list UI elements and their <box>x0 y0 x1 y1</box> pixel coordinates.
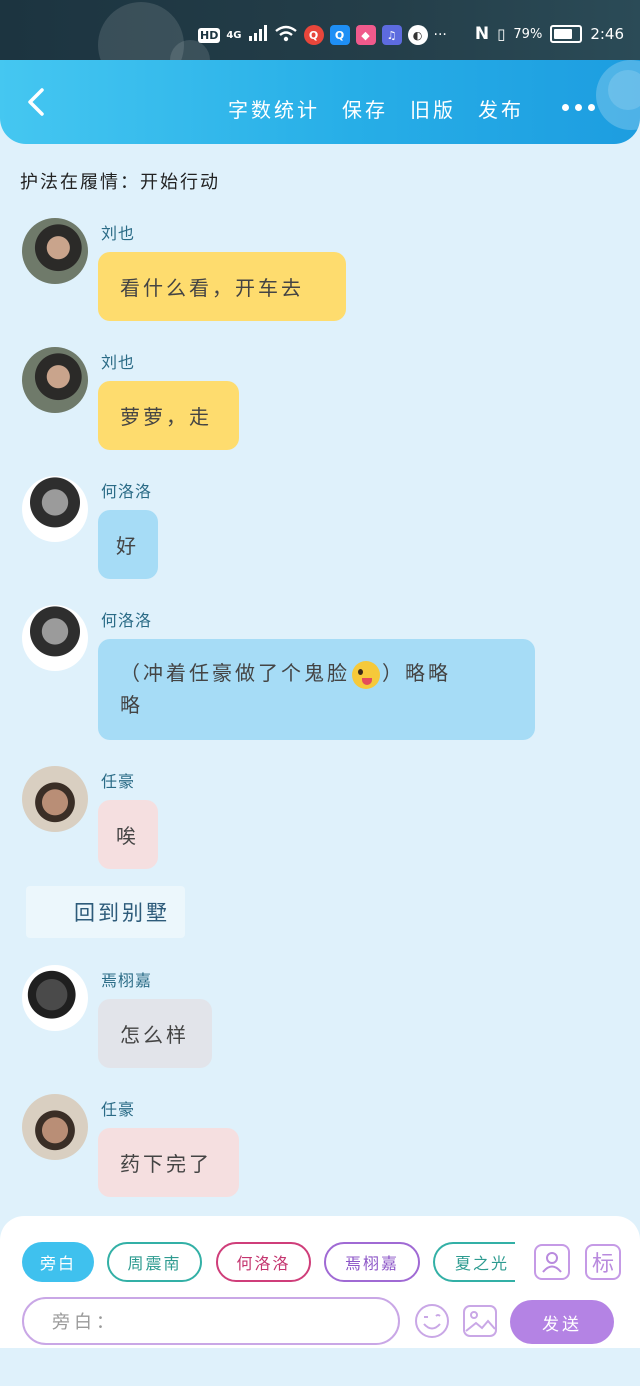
send-button[interactable]: 发送 <box>510 1300 614 1344</box>
message-bubble[interactable]: 看什么看，开车去 <box>98 252 346 321</box>
clock: 2:46 <box>590 25 624 43</box>
music-app-icon: ♫ <box>381 25 402 45</box>
input-placeholder: 旁白： <box>52 1312 118 1333</box>
tag-label: 标 <box>591 1252 614 1277</box>
nfc-icon: N <box>474 24 490 44</box>
message-text: ）略略 <box>382 661 451 685</box>
battery-percent: 79% <box>513 26 543 42</box>
speaker-name: 刘也 <box>101 353 136 372</box>
network-type: 4G <box>226 29 242 41</box>
character-chip-narrator[interactable]: 旁白 <box>22 1242 94 1282</box>
message-bubble[interactable]: 萝萝，走 <box>98 381 239 450</box>
status-icons: HD 4G Q Q ◆ ♫ ◐ ··· <box>198 22 447 48</box>
emoji-button[interactable] <box>414 1303 450 1339</box>
header-actions: 字数统计 保存 旧版 发布 <box>228 94 524 123</box>
old-version-button[interactable]: 旧版 <box>410 94 456 123</box>
avatar[interactable] <box>22 347 88 413</box>
message-text: 唉 <box>116 824 139 848</box>
character-chip[interactable]: 焉栩嘉 <box>324 1242 420 1282</box>
avatar[interactable] <box>22 965 88 1031</box>
message-bubble[interactable]: 好 <box>98 510 158 579</box>
character-chip[interactable]: 夏之光 <box>433 1242 515 1282</box>
message-text: （冲着任豪做了个鬼脸 <box>120 661 350 685</box>
message-text: 药下完了 <box>120 1152 212 1176</box>
more-dot-icon <box>575 104 582 111</box>
message-bubble[interactable]: （冲着任豪做了个鬼脸 ）略略 略 <box>98 639 535 740</box>
word-count-button[interactable]: 字数统计 <box>228 94 320 123</box>
message-text: 萝萝，走 <box>120 405 212 429</box>
avatar[interactable] <box>22 1094 88 1160</box>
speaker-name: 任豪 <box>101 772 136 791</box>
person-icon <box>542 1252 562 1273</box>
hd-indicator: HD <box>198 27 221 43</box>
editor-header: 字数统计 保存 旧版 发布 <box>0 60 640 144</box>
more-options-button[interactable] <box>562 104 598 114</box>
message-bubble[interactable]: 药下完了 <box>98 1128 239 1197</box>
scene-marker[interactable]: 回到别墅 <box>26 886 185 938</box>
avatar[interactable] <box>22 218 88 284</box>
more-notifications-icon: ··· <box>433 27 447 43</box>
speaker-name: 任豪 <box>101 1100 136 1119</box>
message-text: 好 <box>116 534 139 558</box>
zany-face-icon <box>352 660 380 689</box>
character-chip[interactable]: 周震南 <box>107 1242 202 1282</box>
message-text: 略 <box>120 693 143 717</box>
add-character-button[interactable] <box>534 1244 570 1280</box>
image-icon <box>463 1305 497 1337</box>
wifi-icon <box>274 24 298 46</box>
signal-icon <box>248 24 268 46</box>
speaker-name: 何洛洛 <box>101 482 153 501</box>
back-button[interactable] <box>18 82 54 122</box>
message-text: 怎么样 <box>120 1023 189 1047</box>
battery-icon <box>550 25 583 43</box>
avatar[interactable] <box>22 766 88 832</box>
speaker-name: 焉栩嘉 <box>101 971 153 990</box>
publish-button[interactable]: 发布 <box>478 94 524 123</box>
chevron-left-icon <box>28 88 44 116</box>
message-bubble[interactable]: 唉 <box>98 800 158 869</box>
tag-button[interactable]: 标 <box>585 1244 621 1280</box>
avatar[interactable] <box>22 605 88 671</box>
message-text: 看什么看，开车去 <box>120 276 304 300</box>
character-chip[interactable]: 何洛洛 <box>216 1242 311 1282</box>
search-app-icon: Q <box>329 25 350 45</box>
cat-app-icon: ◆ <box>355 25 376 45</box>
image-button[interactable] <box>462 1303 498 1339</box>
more-dot-icon <box>562 104 569 111</box>
message-input[interactable]: 旁白： <box>22 1297 400 1345</box>
chapter-title: 护法在履情：开始行动 <box>20 172 220 193</box>
more-dot-icon <box>588 104 595 111</box>
speaker-name: 刘也 <box>101 224 136 243</box>
message-bubble[interactable]: 怎么样 <box>98 999 212 1068</box>
speaker-name: 何洛洛 <box>101 611 153 630</box>
app-notification-icon: Q <box>303 25 324 45</box>
scene-text: 回到别墅 <box>74 901 170 925</box>
vibrate-icon: ▯ <box>497 25 506 43</box>
status-right: N ▯ 79% 2:46 <box>475 24 624 44</box>
save-button[interactable]: 保存 <box>342 94 388 123</box>
avatar[interactable] <box>22 476 88 542</box>
smiley-icon <box>415 1304 449 1338</box>
browser-app-icon: ◐ <box>407 25 428 45</box>
status-bar: HD 4G Q Q ◆ ♫ ◐ ··· N ▯ 79% 2:46 <box>0 0 640 88</box>
